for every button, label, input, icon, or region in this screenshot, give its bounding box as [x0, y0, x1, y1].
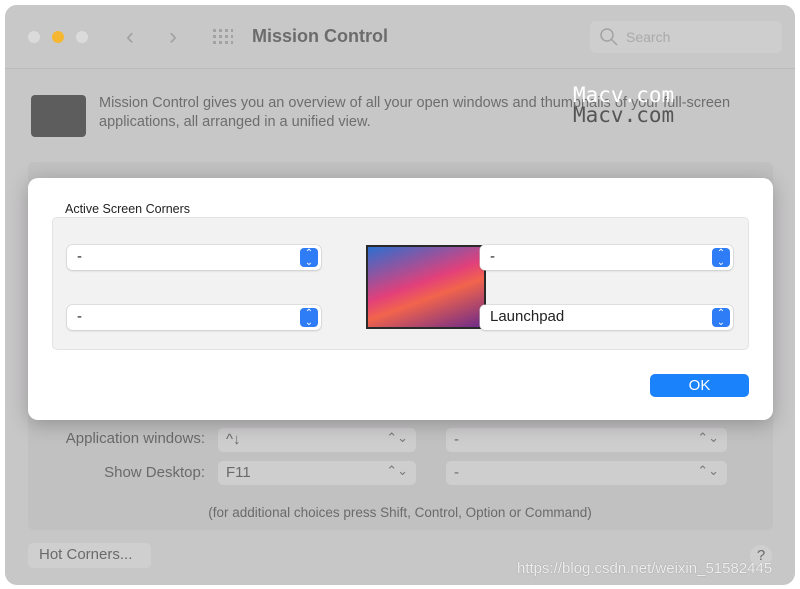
- top-right-value: -: [490, 248, 495, 265]
- back-icon[interactable]: ‹: [126, 23, 134, 51]
- chevron-updown-icon: ⌃⌄: [697, 463, 719, 478]
- hot-corners-sheet: Active Screen Corners - ⌃ ⌄ - ⌃ ⌄ - ⌃ ⌄ Launch…: [28, 178, 773, 420]
- show-desktop-select[interactable]: F11 ⌃⌄: [218, 461, 416, 485]
- minimize-button[interactable]: [52, 31, 64, 43]
- modifier-note: (for additional choices press Shift, Con…: [208, 505, 592, 520]
- ok-button[interactable]: OK: [650, 374, 749, 397]
- bottom-right-value: Launchpad: [490, 308, 565, 325]
- app-windows-select[interactable]: ^↓ ⌃⌄: [218, 428, 416, 452]
- close-button[interactable]: [28, 31, 40, 43]
- search-icon: [600, 28, 618, 46]
- mission-control-icon: [31, 95, 86, 137]
- bottom-left-value: -: [77, 308, 82, 325]
- show-desktop-modifier-value: -: [454, 464, 459, 481]
- sheet-title: Active Screen Corners: [65, 202, 191, 216]
- app-windows-value: ^↓: [226, 431, 241, 448]
- bottom-right-corner-select[interactable]: Launchpad ⌃ ⌄: [480, 305, 733, 330]
- search-input[interactable]: Search: [590, 21, 782, 53]
- hot-corners-button[interactable]: Hot Corners...: [28, 543, 151, 568]
- chevron-updown-icon: ⌃⌄: [697, 430, 719, 445]
- top-left-value: -: [77, 248, 82, 265]
- zoom-button[interactable]: [76, 31, 88, 43]
- stepper-icon: ⌃ ⌄: [712, 248, 730, 268]
- show-desktop-modifier-select[interactable]: - ⌃⌄: [446, 461, 727, 485]
- title-bar: ‹ › Mission Control Search: [5, 5, 795, 69]
- app-windows-modifier-value: -: [454, 431, 459, 448]
- search-placeholder: Search: [626, 29, 671, 45]
- corners-box: - ⌃ ⌄ - ⌃ ⌄ - ⌃ ⌄ Launchpad ⌃ ⌄: [52, 217, 749, 350]
- stepper-icon: ⌃ ⌄: [300, 248, 318, 268]
- desktop-preview-image: [366, 245, 486, 329]
- app-windows-modifier-select[interactable]: - ⌃⌄: [446, 428, 727, 452]
- chevron-updown-icon: ⌃⌄: [386, 430, 408, 445]
- watermark-csdn: https://blog.csdn.net/weixin_51582445: [517, 560, 773, 577]
- watermark-macv-shadow: Macv.com: [573, 103, 675, 127]
- forward-icon[interactable]: ›: [169, 23, 177, 51]
- show-desktop-value: F11: [226, 464, 251, 481]
- stepper-icon: ⌃ ⌄: [712, 308, 730, 328]
- top-left-corner-select[interactable]: - ⌃ ⌄: [67, 245, 321, 270]
- bottom-left-corner-select[interactable]: - ⌃ ⌄: [67, 305, 321, 330]
- chevron-updown-icon: ⌃⌄: [386, 463, 408, 478]
- show-desktop-label: Show Desktop:: [104, 464, 205, 481]
- top-right-corner-select[interactable]: - ⌃ ⌄: [480, 245, 733, 270]
- app-windows-label: Application windows:: [65, 430, 205, 447]
- grid-icon[interactable]: [213, 29, 233, 45]
- window-title: Mission Control: [252, 26, 388, 46]
- stepper-icon: ⌃ ⌄: [300, 308, 318, 328]
